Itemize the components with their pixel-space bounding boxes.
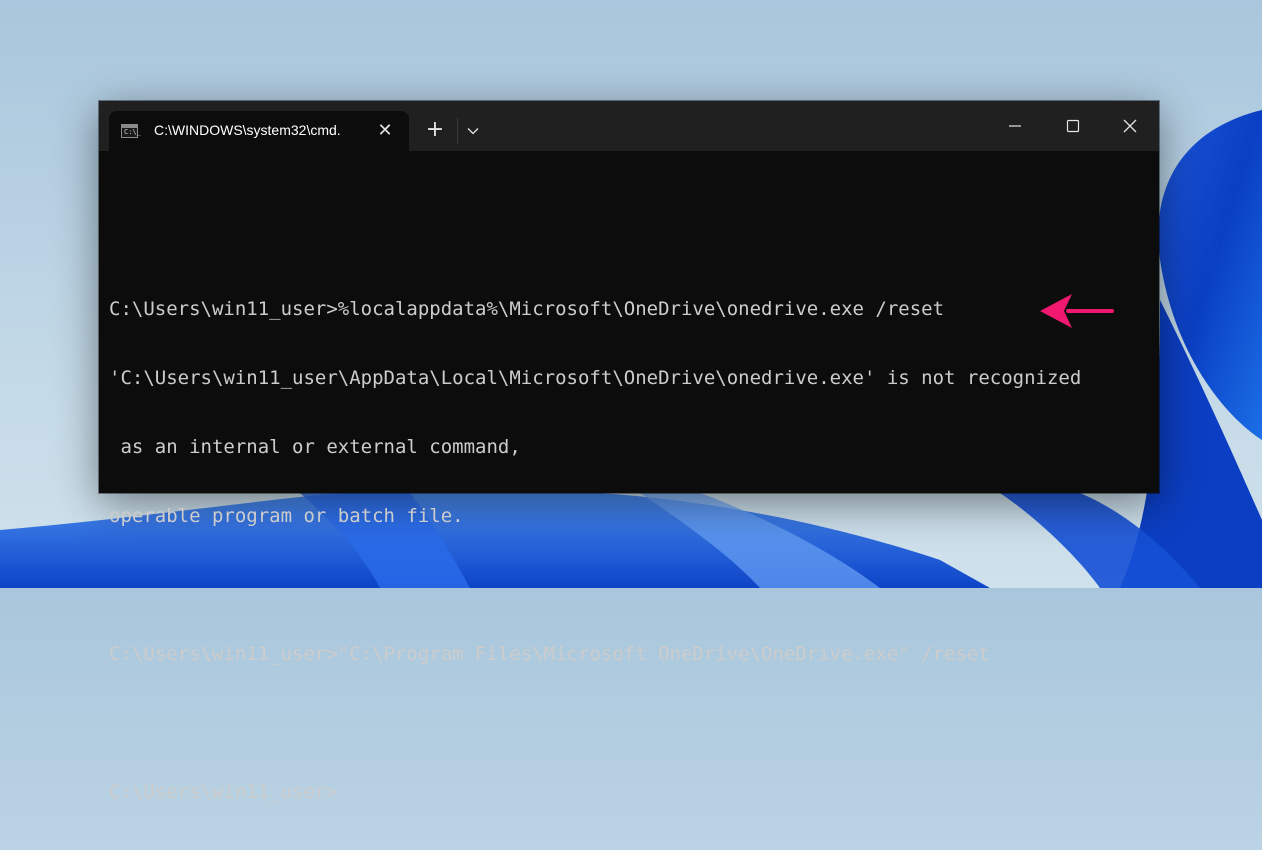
console-line: C:\Users\win11_user>"C:\Program Files\Mi…	[109, 643, 990, 665]
console-prompt-line: C:\Users\win11_user>	[109, 781, 338, 803]
maximize-button[interactable]	[1044, 101, 1102, 151]
cmd-icon: C:\_	[121, 124, 141, 138]
console-line: operable program or batch file.	[109, 505, 464, 527]
terminal-window: C:\_ C:\WINDOWS\system32\cmd. ✕ + C:\Use…	[99, 101, 1159, 803]
divider	[457, 118, 458, 144]
arrow-left-icon	[1040, 294, 1114, 328]
minimize-button[interactable]	[986, 101, 1044, 151]
new-tab-button[interactable]: +	[421, 116, 449, 144]
console-line: C:\Users\win11_user>%localappdata%\Micro…	[109, 298, 945, 320]
tab-cmd[interactable]: C:\_ C:\WINDOWS\system32\cmd. ✕	[109, 111, 409, 151]
title-bar[interactable]: C:\_ C:\WINDOWS\system32\cmd. ✕ +	[99, 101, 1159, 151]
close-window-button[interactable]	[1101, 101, 1159, 151]
minimize-icon	[1009, 125, 1021, 127]
close-icon	[1123, 119, 1137, 133]
tab-title: C:\WINDOWS\system32\cmd.	[154, 122, 341, 138]
console-output[interactable]: C:\Users\win11_user>%localappdata%\Micro…	[109, 183, 1149, 850]
console-line: 'C:\Users\win11_user\AppData\Local\Micro…	[109, 367, 1082, 389]
console-line: as an internal or external command,	[109, 436, 521, 458]
chevron-down-icon[interactable]	[461, 118, 485, 142]
close-tab-icon[interactable]: ✕	[373, 119, 397, 143]
maximize-icon	[1066, 119, 1080, 133]
